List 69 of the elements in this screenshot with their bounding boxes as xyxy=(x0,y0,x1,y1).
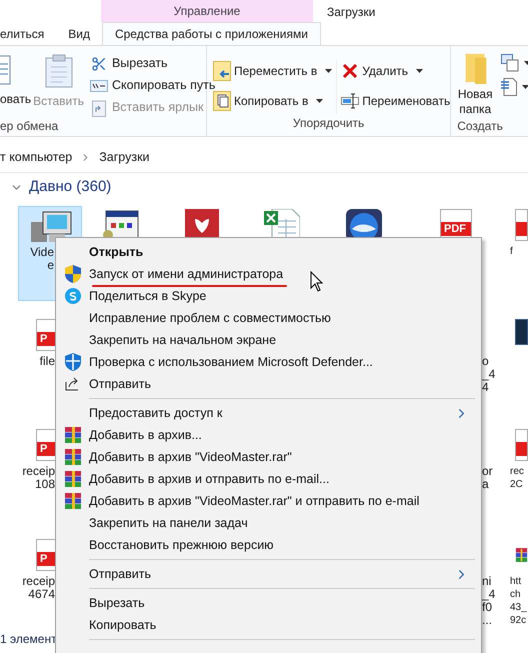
chat-bubble-icon xyxy=(64,288,80,304)
breadcrumb-item[interactable]: Загрузки xyxy=(99,148,150,167)
ribbon-tab[interactable]: Средства работы с приложениями xyxy=(102,22,321,45)
delete-icon xyxy=(343,64,358,78)
share-icon xyxy=(64,377,80,391)
menu-item[interactable]: Закрепить на начальном экране xyxy=(56,329,481,351)
group-label: Создать xyxy=(456,118,504,135)
menu-item[interactable]: Закрепить на панели задач xyxy=(56,512,481,534)
menu-item[interactable]: Отправить xyxy=(56,373,481,395)
menu-item[interactable]: Добавить в архив "VideoMaster.rar" xyxy=(56,446,481,468)
rename-icon xyxy=(341,93,360,109)
archive-icon xyxy=(64,427,80,443)
breadcrumb-item[interactable]: т компьютер xyxy=(0,148,72,167)
clipboard-shortcut-icon xyxy=(92,98,106,116)
file-name: o _4 4 xyxy=(482,355,496,394)
pdf-label: P xyxy=(40,334,48,344)
group-label: ер обмена xyxy=(0,118,60,135)
defender-shield-icon xyxy=(64,353,80,371)
pdf-label: P xyxy=(40,444,48,454)
ribbon-tab[interactable]: Вид xyxy=(56,22,102,45)
organize-action[interactable]: Переименовать xyxy=(341,90,450,112)
menu-item[interactable]: Добавить в архив и отправить по e-mail... xyxy=(56,468,481,490)
menu-item[interactable]: Проверка с использованием Microsoft Defender... xyxy=(56,351,481,373)
file-name: receip 4674 xyxy=(22,575,55,601)
mouse-cursor-icon xyxy=(310,271,323,292)
path-icon xyxy=(90,80,108,92)
menu-item[interactable]: Добавить в архив "VideoMaster.rar" и отправить по e-mail xyxy=(56,490,481,512)
ribbon-tab[interactable]: елиться xyxy=(0,22,56,45)
window-title: Загрузки xyxy=(327,4,376,21)
organize-action[interactable]: Удалить xyxy=(341,60,450,82)
shield-icon xyxy=(64,265,80,283)
file-name: receip 108 xyxy=(22,465,55,491)
menu-item[interactable]: Восстановить прежнюю версию xyxy=(56,534,481,556)
menu-item[interactable]: Отправить xyxy=(56,563,481,585)
scissors-icon xyxy=(90,56,107,72)
file-name: Vide e xyxy=(30,246,54,272)
folder-copy-icon xyxy=(213,91,231,111)
organize-action[interactable]: Переместить в xyxy=(213,60,332,82)
archive-icon xyxy=(64,493,80,509)
menu-item[interactable]: Исправление проблем с совместимостью xyxy=(56,307,481,329)
clipboard-icon xyxy=(44,54,73,88)
status-text: 1 элемент xyxy=(0,631,57,648)
file-name: file xyxy=(40,355,55,368)
archive-icon xyxy=(64,471,80,487)
file-name: rec 2C xyxy=(510,465,524,491)
group-label: Упорядочить xyxy=(292,115,366,132)
document-icon xyxy=(501,78,518,96)
create-item-button[interactable] xyxy=(501,78,528,96)
context-tab-group: Управление xyxy=(101,0,313,22)
pdf-label: P xyxy=(40,554,48,564)
menu-item[interactable]: Вырезать xyxy=(56,592,481,614)
copy-button[interactable]: овать xyxy=(0,54,32,117)
file-name: ni _4 f0 ... xyxy=(482,575,496,627)
group-header[interactable]: Давно (360) xyxy=(10,176,112,198)
file-name: f xyxy=(510,245,513,258)
file-name: htt ch 43_ 92c xyxy=(510,575,527,627)
new-folder-button[interactable]: Новая папка xyxy=(455,52,496,117)
archive-icon xyxy=(64,449,80,465)
menu-item[interactable]: Копировать xyxy=(56,614,481,636)
clipboard-action[interactable]: Скопировать путь xyxy=(90,76,216,95)
pdf-label: PDF xyxy=(444,224,466,234)
underlined-menu-label: Запуск от имени администратора xyxy=(89,264,284,284)
new-item-icon xyxy=(501,54,520,72)
menu-item[interactable]: Добавить в архив... xyxy=(56,424,481,446)
file-name: or a xyxy=(482,465,493,491)
image-thumbnail xyxy=(515,319,528,345)
organize-action[interactable]: Копировать в xyxy=(213,90,332,112)
menu-item[interactable]: Предоставить доступ к xyxy=(56,402,481,424)
clipboard-action[interactable]: Вырезать xyxy=(90,54,216,73)
